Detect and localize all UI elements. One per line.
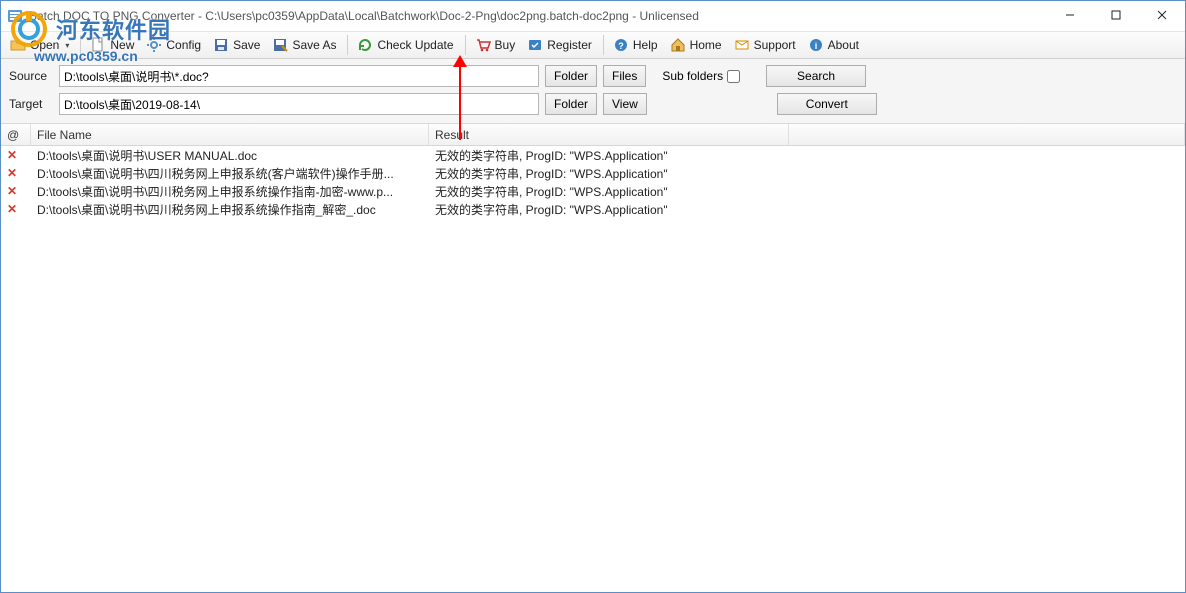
gear-icon [146,37,162,53]
toolbar-label: New [110,38,134,52]
table-row[interactable]: ✕ D:\tools\桌面\说明书\四川税务网上申报系统(客户端软件)操作手册..… [1,164,1185,182]
cell-file: D:\tools\桌面\说明书\四川税务网上申报系统(客户端软件)操作手册... [31,165,429,182]
source-folder-button[interactable]: Folder [545,65,597,87]
refresh-icon [357,37,373,53]
target-folder-button[interactable]: Folder [545,93,597,115]
svg-text:i: i [814,41,817,51]
mail-icon [734,37,750,53]
cell-file: D:\tools\桌面\说明书\四川税务网上申报系统操作指南-加密-www.p.… [31,183,429,200]
support-button[interactable]: Support [729,33,803,57]
column-header-result[interactable]: Result [429,124,789,145]
cell-result: 无效的类字符串, ProgID: "WPS.Application" [429,165,789,182]
source-files-button[interactable]: Files [603,65,646,87]
new-button[interactable]: New [85,33,141,57]
svg-text:?: ? [618,41,624,51]
help-icon: ? [613,37,629,53]
title-bar: Batch DOC TO PNG Converter - C:\Users\pc… [1,1,1185,31]
save-as-icon [272,37,288,53]
open-button[interactable]: Open ▾ [5,33,76,57]
new-file-icon [90,37,106,53]
error-icon: ✕ [7,148,17,162]
home-icon [670,37,686,53]
error-icon: ✕ [7,202,17,216]
toolbar-label: About [828,38,859,52]
path-panel: Source Folder Files Sub folders Search T… [1,59,1185,124]
target-input[interactable] [59,93,539,115]
toolbar: Open ▾ New Config Save Save A [1,31,1185,59]
column-header-file[interactable]: File Name [31,124,429,145]
help-button[interactable]: ? Help [608,33,665,57]
maximize-button[interactable] [1093,1,1139,29]
source-label: Source [9,69,53,83]
buy-button[interactable]: Buy [470,33,523,57]
toolbar-label: Check Update [377,38,453,52]
target-view-button[interactable]: View [603,93,647,115]
save-button[interactable]: Save [208,33,267,57]
toolbar-label: Support [754,38,796,52]
error-icon: ✕ [7,184,17,198]
toolbar-label: Help [633,38,658,52]
list-header: @ File Name Result [1,124,1185,146]
column-header-status[interactable]: @ [1,124,31,145]
app-window: Batch DOC TO PNG Converter - C:\Users\pc… [0,0,1186,593]
subfolders-checkbox[interactable] [727,70,740,83]
cell-result: 无效的类字符串, ProgID: "WPS.Application" [429,201,789,218]
check-update-button[interactable]: Check Update [352,33,460,57]
register-icon [527,37,543,53]
close-button[interactable] [1139,1,1185,29]
minimize-button[interactable] [1047,1,1093,29]
cell-file: D:\tools\桌面\说明书\USER MANUAL.doc [31,147,429,164]
search-button[interactable]: Search [766,65,866,87]
home-button[interactable]: Home [665,33,729,57]
toolbar-label: Save As [292,38,336,52]
file-list[interactable]: @ File Name Result ✕ D:\tools\桌面\说明书\USER… [1,124,1185,592]
about-button[interactable]: i About [803,33,866,57]
source-input[interactable] [59,65,539,87]
cell-file: D:\tools\桌面\说明书\四川税务网上申报系统操作指南_解密_.doc [31,201,429,218]
info-icon: i [808,37,824,53]
window-controls [1047,1,1185,31]
toolbar-label: Config [166,38,201,52]
target-label: Target [9,97,53,111]
cell-result: 无效的类字符串, ProgID: "WPS.Application" [429,183,789,200]
register-button[interactable]: Register [522,33,599,57]
toolbar-label: Home [690,38,722,52]
config-button[interactable]: Config [141,33,208,57]
toolbar-label: Save [233,38,260,52]
table-row[interactable]: ✕ D:\tools\桌面\说明书\USER MANUAL.doc无效的类字符串,… [1,146,1185,164]
save-as-button[interactable]: Save As [267,33,343,57]
toolbar-label: Open [30,38,59,52]
cart-icon [475,37,491,53]
cell-result: 无效的类字符串, ProgID: "WPS.Application" [429,147,789,164]
table-row[interactable]: ✕ D:\tools\桌面\说明书\四川税务网上申报系统操作指南-加密-www.p… [1,182,1185,200]
window-title: Batch DOC TO PNG Converter - C:\Users\pc… [29,9,1047,23]
table-row[interactable]: ✕ D:\tools\桌面\说明书\四川税务网上申报系统操作指南_解密_.doc无… [1,200,1185,218]
save-icon [213,37,229,53]
error-icon: ✕ [7,166,17,180]
app-icon [7,8,23,24]
toolbar-label: Buy [495,38,516,52]
convert-button[interactable]: Convert [777,93,877,115]
toolbar-label: Register [547,38,592,52]
folder-open-icon [10,37,26,53]
subfolders-label: Sub folders [662,69,723,83]
column-header-spacer [789,124,1185,145]
